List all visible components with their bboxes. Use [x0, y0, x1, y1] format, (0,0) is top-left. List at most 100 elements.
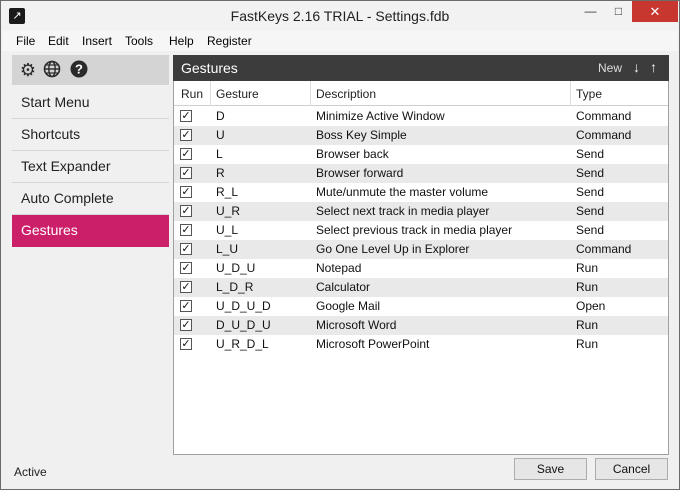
type-cell: Open [576, 299, 606, 313]
globe-icon[interactable] [42, 60, 62, 80]
gesture-cell: U_L [216, 223, 239, 237]
run-checkbox[interactable]: ✓ [180, 319, 192, 331]
table-row[interactable]: ✓ R_L Mute/unmute the master volume Send [174, 183, 668, 202]
run-checkbox[interactable]: ✓ [180, 129, 192, 141]
table-row[interactable]: ✓ L_D_R Calculator Run [174, 278, 668, 297]
menu-insert[interactable]: Insert [82, 34, 112, 48]
run-checkbox[interactable]: ✓ [180, 338, 192, 350]
type-cell: Command [576, 128, 632, 142]
gesture-cell: U [216, 128, 225, 142]
menu-register[interactable]: Register [207, 34, 252, 48]
type-cell: Command [576, 109, 632, 123]
gesture-cell: U_D_U [216, 261, 256, 275]
type-cell: Run [576, 280, 599, 294]
type-cell: Send [576, 147, 605, 161]
gesture-cell: D_U_D_U [216, 318, 271, 332]
gesture-cell: L_D_R [216, 280, 254, 294]
description-cell: Browser back [316, 147, 389, 161]
description-cell: Calculator [316, 280, 371, 294]
help-icon[interactable]: ? [69, 60, 89, 80]
table-row[interactable]: ✓ U_R Select next track in media player Sen… [174, 202, 668, 221]
sidebar-item-text-expander[interactable]: Text Expander [12, 151, 169, 183]
run-checkbox[interactable]: ✓ [180, 243, 192, 255]
sidebar-item-shortcuts[interactable]: Shortcuts [12, 119, 169, 151]
column-header-run[interactable]: Run [181, 87, 203, 101]
menu-help[interactable]: Help [169, 34, 194, 48]
minimize-button[interactable]: — [576, 1, 605, 22]
table-row[interactable]: ✓ U_R_D_L Microsoft PowerPoint Run [174, 335, 668, 354]
save-button[interactable]: Save [514, 458, 587, 480]
sidebar-item-start-menu[interactable]: Start Menu [12, 87, 169, 119]
table-row[interactable]: ✓ L Browser back Send [174, 145, 668, 164]
help-icon-glyph: ? [75, 62, 83, 77]
gesture-cell: R_L [216, 185, 239, 199]
type-cell: Run [576, 261, 599, 275]
gesture-cell: U_D_U_D [216, 299, 271, 313]
table-row[interactable]: ✓ U_L Select previous track in media playe… [174, 221, 668, 240]
sidebar-nav: Start Menu Shortcuts Text Expander Auto … [12, 87, 169, 247]
close-button[interactable]: ✕ [632, 1, 678, 22]
menu-file[interactable]: File [16, 34, 35, 48]
run-checkbox[interactable]: ✓ [180, 262, 192, 274]
description-cell: Browser forward [316, 166, 404, 180]
app-window: ↗ FastKeys 2.16 TRIAL - Settings.fdb — □… [0, 0, 680, 490]
menu-edit[interactable]: Edit [48, 34, 69, 48]
type-cell: Send [576, 204, 605, 218]
run-checkbox[interactable]: ✓ [180, 148, 192, 160]
type-cell: Run [576, 318, 599, 332]
new-button[interactable]: New [598, 61, 622, 75]
column-separator [310, 81, 311, 106]
run-checkbox[interactable]: ✓ [180, 110, 192, 122]
description-cell: Select next track in media player [316, 204, 490, 218]
column-separator [210, 81, 211, 106]
column-header-type[interactable]: Type [576, 87, 602, 101]
table-header: Run Gesture Description Type [174, 81, 668, 106]
sidebar-item-auto-complete[interactable]: Auto Complete [12, 183, 169, 215]
description-cell: Notepad [316, 261, 362, 275]
table-row[interactable]: ✓ L_U Go One Level Up in Explorer Command [174, 240, 668, 259]
table-row[interactable]: ✓ D Minimize Active Window Command [174, 107, 668, 126]
menu-tools[interactable]: Tools [125, 34, 153, 48]
run-checkbox[interactable]: ✓ [180, 205, 192, 217]
type-cell: Run [576, 337, 599, 351]
status-text: Active [14, 465, 47, 479]
title-bar: ↗ FastKeys 2.16 TRIAL - Settings.fdb — □… [1, 1, 679, 31]
sidebar-item-gestures[interactable]: Gestures [12, 215, 169, 247]
menu-bar: File Edit Insert Tools Help Register [2, 31, 678, 51]
type-cell: Send [576, 185, 605, 199]
column-header-gesture[interactable]: Gesture [216, 87, 259, 101]
maximize-button[interactable]: □ [605, 1, 632, 22]
table-row[interactable]: ✓ U Boss Key Simple Command [174, 126, 668, 145]
table-row[interactable]: ✓ U_D_U Notepad Run [174, 259, 668, 278]
type-cell: Command [576, 242, 632, 256]
run-checkbox[interactable]: ✓ [180, 224, 192, 236]
move-up-arrow-icon[interactable]: ↑ [650, 59, 657, 75]
table-body: ✓ D Minimize Active Window Command ✓ U Boss Ke… [174, 107, 668, 354]
type-cell: Send [576, 166, 605, 180]
move-down-arrow-icon[interactable]: ↓ [633, 59, 640, 75]
description-cell: Microsoft Word [316, 318, 397, 332]
column-header-description[interactable]: Description [316, 87, 376, 101]
description-cell: Minimize Active Window [316, 109, 445, 123]
gesture-cell: U_R_D_L [216, 337, 269, 351]
gesture-cell: R [216, 166, 225, 180]
gestures-table: Run Gesture Description Type ✓ D Minimize … [173, 81, 669, 455]
description-cell: Boss Key Simple [316, 128, 407, 142]
left-toolbar: ⚙ ? [12, 55, 169, 85]
table-row[interactable]: ✓ D_U_D_U Microsoft Word Run [174, 316, 668, 335]
table-row[interactable]: ✓ R Browser forward Send [174, 164, 668, 183]
run-checkbox[interactable]: ✓ [180, 300, 192, 312]
run-checkbox[interactable]: ✓ [180, 186, 192, 198]
run-checkbox[interactable]: ✓ [180, 167, 192, 179]
settings-gear-icon[interactable]: ⚙ [18, 60, 38, 80]
gesture-cell: L [216, 147, 223, 161]
panel-title: Gestures [181, 60, 238, 76]
description-cell: Mute/unmute the master volume [316, 185, 489, 199]
description-cell: Go One Level Up in Explorer [316, 242, 470, 256]
description-cell: Google Mail [316, 299, 381, 313]
run-checkbox[interactable]: ✓ [180, 281, 192, 293]
table-row[interactable]: ✓ U_D_U_D Google Mail Open [174, 297, 668, 316]
cancel-button[interactable]: Cancel [595, 458, 668, 480]
gesture-cell: D [216, 109, 225, 123]
column-separator [570, 81, 571, 106]
